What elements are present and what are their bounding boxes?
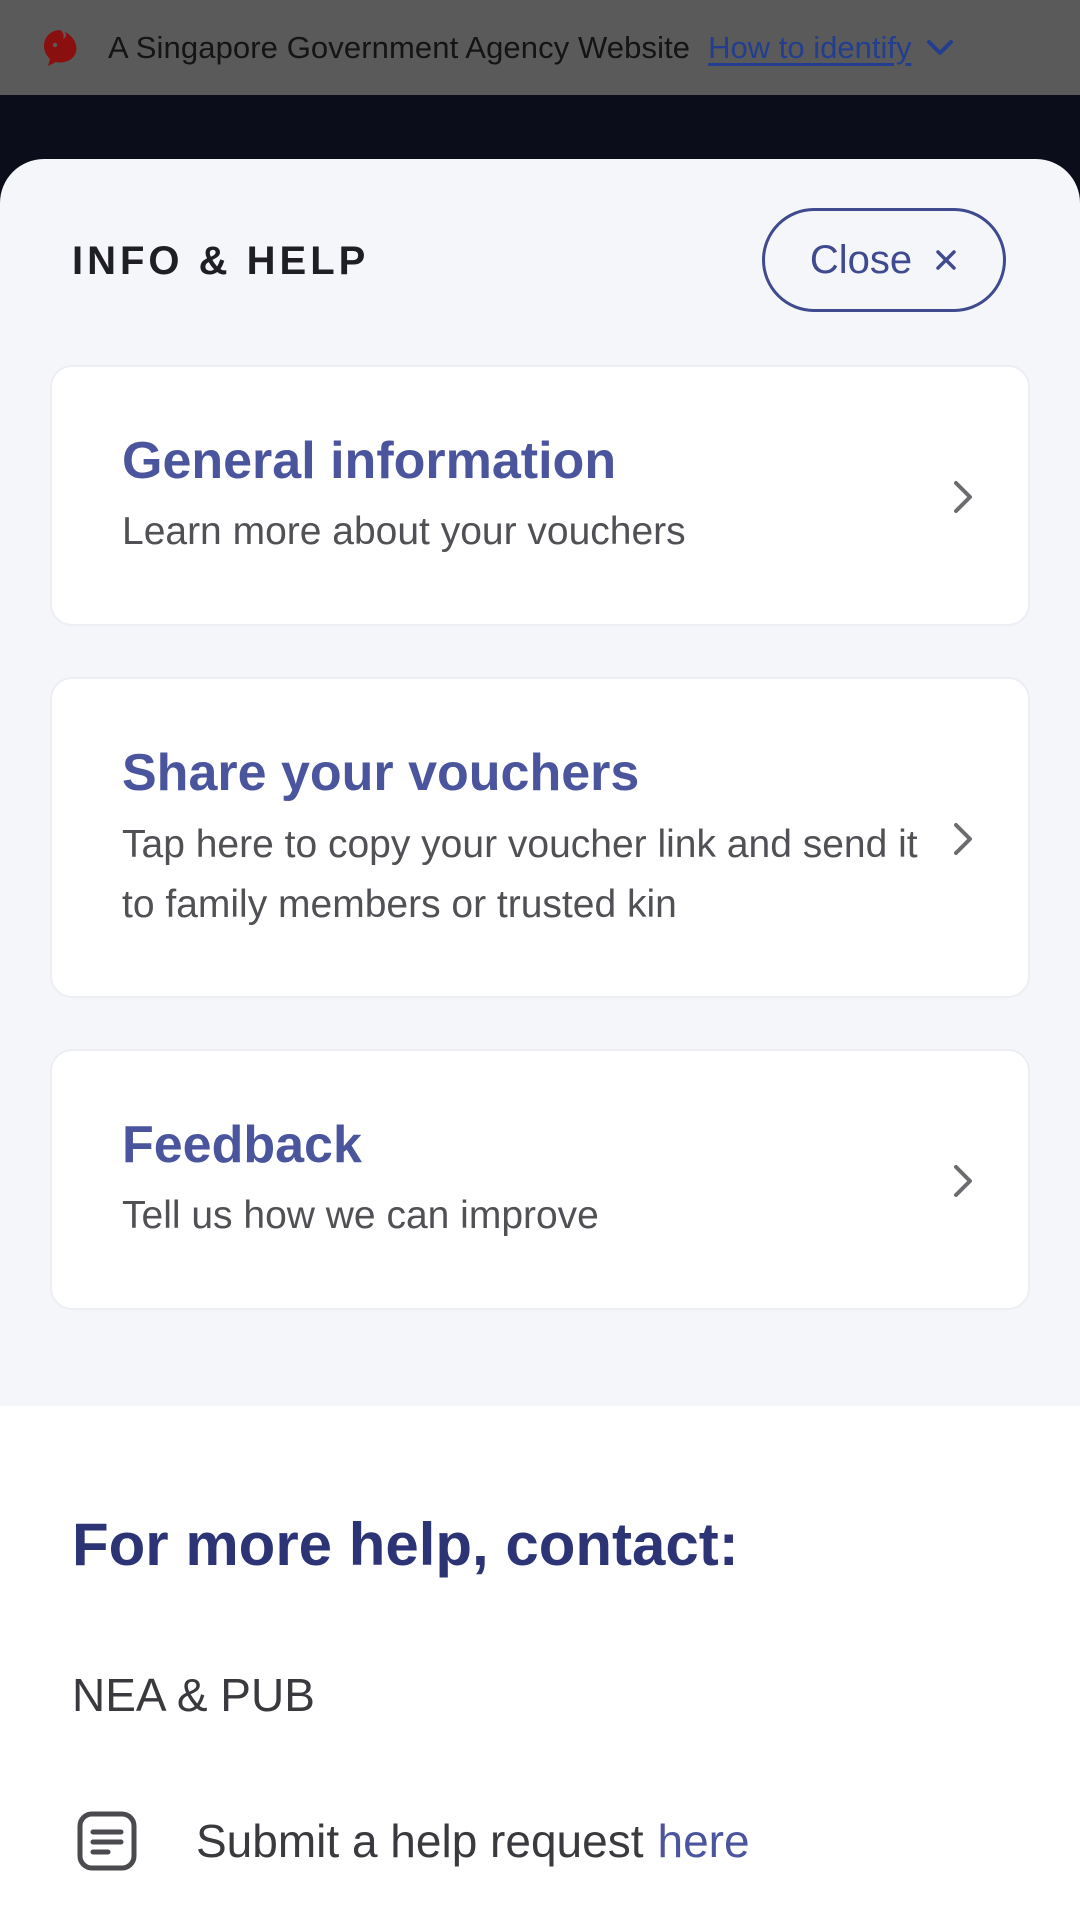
chevron-right-icon xyxy=(948,1161,978,1201)
card-description: Tell us how we can improve xyxy=(122,1194,599,1237)
form-icon xyxy=(72,1806,142,1876)
general-information-card[interactable]: General information Learn more about you… xyxy=(50,365,1030,626)
help-request-link[interactable]: here xyxy=(658,1814,750,1868)
sheet-title: INFO & HELP xyxy=(72,239,370,283)
chevron-down-icon[interactable] xyxy=(925,33,955,63)
agency-text: A Singapore Government Agency Website xyxy=(108,29,691,65)
close-icon xyxy=(934,248,958,272)
help-request-text: Submit a help request xyxy=(196,1815,644,1867)
share-vouchers-card[interactable]: Share your vouchers Tap here to copy you… xyxy=(50,677,1030,998)
card-title: General information xyxy=(122,432,617,490)
card-title: Share your vouchers xyxy=(122,744,640,802)
feedback-card[interactable]: Feedback Tell us how we can improve xyxy=(50,1049,1030,1310)
card-title: Feedback xyxy=(122,1116,362,1174)
contact-title: For more help, contact: xyxy=(72,1511,739,1578)
contact-org: NEA & PUB xyxy=(72,1669,315,1721)
gov-masthead: A Singapore Government Agency Website Ho… xyxy=(0,0,1080,95)
lion-head-icon xyxy=(36,24,84,72)
close-label: Close xyxy=(809,237,913,282)
close-button[interactable]: Close xyxy=(762,208,1006,312)
card-description: Tap here to copy your voucher link and s… xyxy=(122,823,918,926)
card-description: Learn more about your vouchers xyxy=(122,510,686,553)
help-request-row: Submit a help request here xyxy=(72,1806,750,1876)
how-to-identify-link[interactable]: How to identify xyxy=(708,30,911,66)
chevron-right-icon xyxy=(948,477,978,517)
chevron-right-icon xyxy=(948,819,978,859)
contact-section: For more help, contact: NEA & PUB Submit… xyxy=(0,1406,1080,1920)
